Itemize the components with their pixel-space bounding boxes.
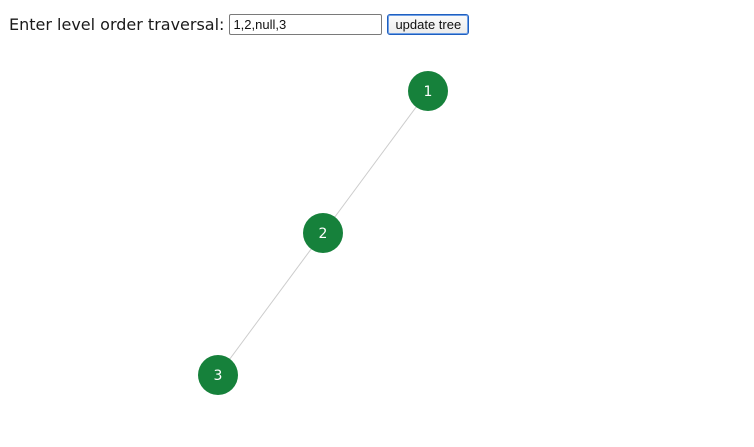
- tree-node[interactable]: 1: [408, 71, 448, 111]
- tree-edge: [322, 90, 429, 234]
- tree-node[interactable]: 3: [198, 355, 238, 395]
- tree-node[interactable]: 2: [303, 213, 343, 253]
- page: Enter level order traversal: update tree…: [0, 0, 754, 447]
- tree-canvas: 1 2 3: [198, 71, 448, 395]
- tree-node-label: 3: [214, 368, 223, 384]
- tree-edge: [217, 232, 324, 376]
- tree-node-label: 2: [319, 226, 328, 242]
- tree-node-label: 1: [424, 84, 433, 100]
